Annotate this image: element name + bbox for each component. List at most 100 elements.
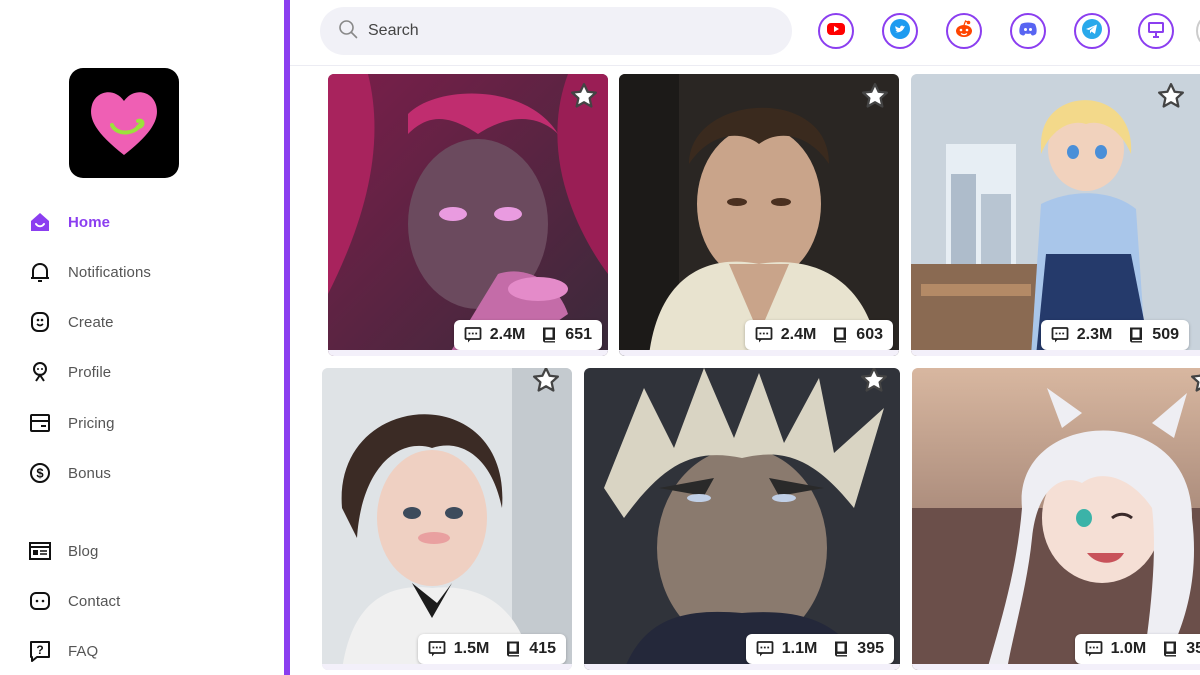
character-card[interactable]: 2.4M 603	[619, 74, 899, 356]
nav-home[interactable]: Home	[28, 208, 110, 236]
favorite-star-icon[interactable]	[858, 368, 890, 396]
bell-icon	[28, 260, 52, 284]
nav-notifications[interactable]: Notifications	[28, 258, 151, 286]
message-count: 2.4M	[780, 326, 817, 343]
youtube-icon	[825, 18, 847, 45]
heart-logo[interactable]	[69, 68, 179, 178]
dollar-icon: $	[28, 461, 52, 485]
character-card[interactable]: 1.5M 415	[322, 368, 572, 670]
search-bar[interactable]	[320, 7, 792, 55]
like-count: 395	[857, 640, 884, 657]
like-count: 415	[529, 640, 556, 657]
character-portrait	[322, 368, 572, 670]
favorite-star-icon[interactable]	[1155, 80, 1187, 112]
sidebar: Home Notifications Create Profile Pricin…	[0, 0, 284, 675]
like-count: 35	[1186, 640, 1200, 657]
message-count: 1.1M	[781, 640, 818, 657]
favorite-star-icon[interactable]	[859, 80, 891, 112]
character-portrait	[584, 368, 900, 670]
message-count: 1.5M	[453, 640, 490, 657]
character-portrait	[619, 74, 899, 356]
telegram-button[interactable]	[1074, 13, 1110, 49]
message-count: 2.3M	[1076, 326, 1113, 343]
nav-notifications-label: Notifications	[68, 263, 152, 281]
youtube-button[interactable]	[818, 13, 854, 49]
message-icon	[756, 641, 774, 657]
twitter-button[interactable]	[882, 13, 918, 49]
card-stats: 1.5M 415	[417, 634, 566, 664]
character-portrait	[911, 74, 1200, 356]
message-count: 2.4M	[489, 326, 526, 343]
chat-icon	[28, 589, 52, 613]
svg-text:?: ?	[36, 643, 43, 657]
question-icon: ?	[28, 639, 52, 663]
card-footer	[912, 664, 1200, 670]
monitor-icon	[1145, 18, 1167, 45]
message-icon	[755, 327, 773, 343]
message-icon	[1085, 641, 1103, 657]
character-grid: 2.4M 651 2.4M 603 2.3M 509 1.5M 415 1.1M…	[290, 66, 1200, 675]
card-stats: 2.4M 603	[744, 320, 893, 350]
card-stats: 1.0M 35	[1074, 634, 1200, 664]
message-icon	[428, 641, 446, 657]
card-stats: 2.3M 509	[1040, 320, 1189, 350]
news-icon	[28, 539, 52, 563]
nav-profile-label: Profile	[68, 363, 112, 381]
top-bar	[290, 0, 1200, 66]
nav-contact[interactable]: Contact	[28, 587, 120, 615]
user-icon	[28, 360, 52, 384]
book-icon	[835, 641, 848, 657]
telegram-icon	[1081, 18, 1103, 45]
nav-contact-label: Contact	[68, 592, 121, 610]
card-stats: 1.1M 395	[745, 634, 894, 664]
svg-text:$: $	[36, 466, 44, 481]
card-stats: 2.4M 651	[453, 320, 602, 350]
card-footer	[911, 350, 1200, 356]
book-icon	[507, 641, 520, 657]
discord-button[interactable]	[1010, 13, 1046, 49]
search-icon	[338, 19, 358, 44]
favorite-star-icon[interactable]	[568, 80, 600, 112]
nav-blog-label: Blog	[68, 542, 99, 560]
more-social-button[interactable]	[1196, 13, 1200, 49]
book-icon	[543, 327, 556, 343]
nav-profile[interactable]: Profile	[28, 358, 111, 386]
nav-blog[interactable]: Blog	[28, 537, 98, 565]
message-icon	[1051, 327, 1069, 343]
home-icon	[28, 210, 52, 234]
nav-pricing[interactable]: Pricing	[28, 409, 115, 437]
message-icon	[464, 327, 482, 343]
favorite-star-icon[interactable]	[1188, 368, 1200, 396]
character-card[interactable]: 1.0M 35	[912, 368, 1200, 670]
nav-bonus-label: Bonus	[68, 464, 112, 482]
book-icon	[1164, 641, 1177, 657]
card-footer	[322, 664, 572, 670]
nav-faq[interactable]: ? FAQ	[28, 637, 98, 665]
nav-bonus[interactable]: $ Bonus	[28, 459, 111, 487]
card-footer	[584, 664, 900, 670]
ghost-icon	[28, 310, 52, 334]
like-count: 651	[565, 326, 592, 343]
character-portrait	[328, 74, 608, 356]
reddit-button[interactable]	[946, 13, 982, 49]
twitter-icon	[889, 18, 911, 45]
discord-icon	[1017, 18, 1039, 45]
character-card[interactable]: 1.1M 395	[584, 368, 900, 670]
search-input[interactable]	[368, 22, 748, 40]
favorite-star-icon[interactable]	[530, 368, 562, 396]
book-icon	[834, 327, 847, 343]
nav-home-label: Home	[68, 213, 111, 231]
character-card[interactable]: 2.4M 651	[328, 74, 608, 356]
nav-pricing-label: Pricing	[68, 414, 115, 432]
nav-faq-label: FAQ	[68, 642, 99, 660]
character-card[interactable]: 2.3M 509	[911, 74, 1200, 356]
monitor-button[interactable]	[1138, 13, 1174, 49]
card-footer	[619, 350, 899, 356]
reddit-icon	[953, 18, 975, 45]
nav-create[interactable]: Create	[28, 308, 114, 336]
like-count: 509	[1152, 326, 1179, 343]
like-count: 603	[856, 326, 883, 343]
message-count: 1.0M	[1110, 640, 1147, 657]
book-icon	[1130, 327, 1143, 343]
character-portrait	[912, 368, 1200, 670]
